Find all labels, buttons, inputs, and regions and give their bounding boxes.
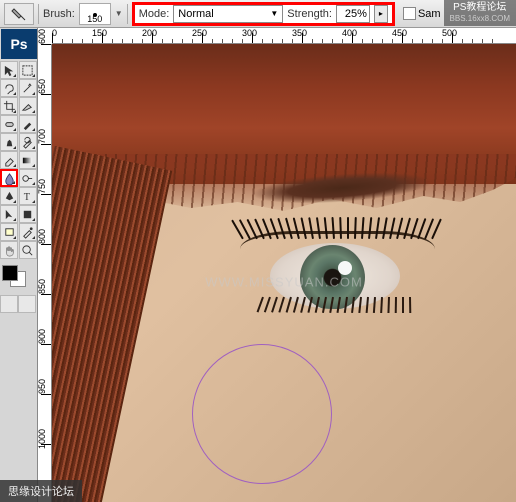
shape-tool[interactable] (19, 205, 37, 223)
mode-label: Mode: (139, 8, 170, 20)
tool-preset-picker[interactable] (4, 3, 34, 25)
foreground-color[interactable] (2, 265, 18, 281)
strength-label: Strength: (287, 8, 332, 20)
svg-text:T: T (24, 192, 31, 203)
crop-tool[interactable] (0, 97, 18, 115)
history-brush-tool[interactable] (19, 133, 37, 151)
slice-tool[interactable] (19, 97, 37, 115)
sample-section: Sam (403, 7, 441, 20)
strength-input[interactable]: 25% (336, 5, 370, 23)
toolbox: T (0, 61, 37, 259)
brush-tool[interactable] (19, 115, 37, 133)
eyedropper-tool[interactable] (19, 223, 37, 241)
hand-tool[interactable] (0, 241, 18, 259)
brush-dropdown-arrow[interactable]: ▼ (115, 9, 123, 18)
gradient-tool[interactable] (19, 151, 37, 169)
left-panel: Ps T (0, 28, 38, 502)
chevron-down-icon: ▼ (270, 9, 278, 18)
sample-all-layers-checkbox[interactable] (403, 7, 416, 20)
horizontal-ruler[interactable]: 100150200250300350400450500 (52, 28, 516, 44)
divider (127, 4, 128, 24)
mode-value: Normal (178, 8, 213, 20)
photoshop-badge: Ps (1, 29, 37, 59)
brush-section: Brush: 150 ▼ (43, 3, 123, 25)
dodge-tool[interactable] (19, 169, 37, 187)
color-swatches[interactable] (0, 263, 37, 289)
pen-tool[interactable] (0, 187, 18, 205)
quickmask-mode[interactable] (18, 295, 36, 313)
zoom-tool[interactable] (19, 241, 37, 259)
eraser-tool[interactable] (0, 151, 18, 169)
standard-mode[interactable] (0, 295, 18, 313)
sample-label: Sam (418, 8, 441, 20)
blur-tool-selected[interactable] (0, 169, 18, 187)
document-photo: WWW.MISSYUAN.COM (52, 44, 516, 502)
watermark-top: PS教程论坛 BBS.16xx8.COM (444, 0, 516, 26)
watermark-bottom: 思缘设计论坛 (0, 480, 82, 502)
path-select-tool[interactable] (0, 205, 18, 223)
magic-wand-tool[interactable] (19, 79, 37, 97)
strength-flyout-arrow[interactable]: ▸ (374, 5, 388, 23)
mode-select[interactable]: Normal ▼ (173, 5, 283, 23)
clone-stamp-tool[interactable] (0, 133, 18, 151)
healing-brush-tool[interactable] (0, 115, 18, 133)
marquee-tool[interactable] (19, 61, 37, 79)
brush-label: Brush: (43, 8, 75, 20)
notes-tool[interactable] (0, 223, 18, 241)
type-tool[interactable]: T (19, 187, 37, 205)
brush-cursor-circle (192, 344, 332, 484)
mode-highlighted-section: Mode: Normal ▼ Strength: 25% ▸ (132, 2, 395, 26)
lasso-tool[interactable] (0, 79, 18, 97)
canvas[interactable]: WWW.MISSYUAN.COM (52, 44, 516, 502)
options-bar: Brush: 150 ▼ Mode: Normal ▼ Strength: 25… (0, 0, 516, 28)
vertical-ruler[interactable]: 6006507007508008509009501000 (38, 44, 52, 502)
divider (38, 4, 39, 24)
move-tool[interactable] (0, 61, 18, 79)
brush-preset-picker[interactable]: 150 (79, 3, 111, 25)
